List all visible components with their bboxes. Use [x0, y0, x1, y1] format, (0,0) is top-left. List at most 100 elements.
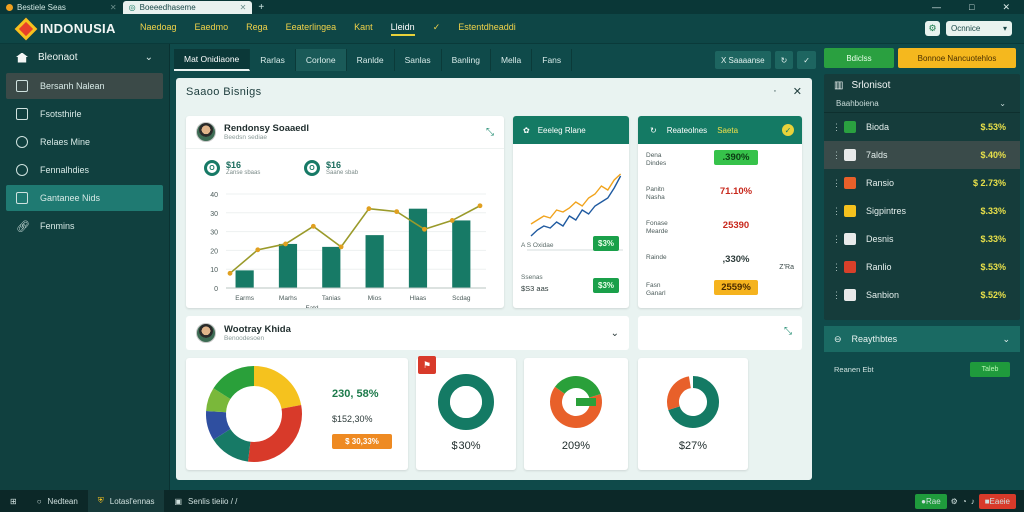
trend-card: ✿ Eeeleg Rlane A S Oxidae $3% Ssenas $S3… [513, 116, 629, 308]
right-list-item[interactable]: ⋮ 7alds $.40% [824, 141, 1020, 169]
close-window-icon[interactable]: ✕ [1002, 2, 1010, 13]
donut-chart [438, 374, 494, 430]
x-tick-label: Tanias [322, 295, 342, 302]
brand[interactable]: INDONUSIA [0, 17, 140, 40]
nav-item[interactable]: Kant [354, 22, 373, 36]
sub-tab[interactable]: Banling [442, 49, 491, 71]
right-list-item-label: Ranlio [866, 262, 892, 272]
bar [365, 235, 384, 288]
right-list-item-label: 7alds [866, 150, 888, 160]
donut-slice [206, 388, 231, 413]
right-list-item-value: $.53% [980, 262, 1006, 272]
sidebar-item[interactable]: Fsotsthirle [6, 101, 163, 127]
right-action-button[interactable]: Bdiclss [824, 48, 894, 68]
sound-icon[interactable]: ♪ [971, 497, 975, 506]
sidebar-item[interactable]: 🔗︎ Fenmins [6, 213, 163, 239]
minimize-icon[interactable]: — [932, 2, 941, 13]
donut-inner [450, 386, 482, 418]
trend-point [227, 270, 233, 276]
tray-item[interactable]: ■ Eaeie [978, 493, 1016, 509]
sidebar-header[interactable]: Bleonaot ⌄ [0, 44, 169, 71]
nav-item[interactable]: Eaedmo [195, 22, 229, 36]
donut-card: ⚑ $ 30% [416, 356, 516, 470]
right-list-item-label: Sigpintres [866, 206, 907, 216]
right-list-item[interactable]: ⋮ Ranlio $.53% [824, 253, 1020, 281]
taskbar-item[interactable]: ⛨ Lotasl'ennas [87, 490, 165, 512]
right-list-item[interactable]: ⋮ Sigpintres $.33% [824, 197, 1020, 225]
browser-tab-1[interactable]: Bestiele Seas ✕ [0, 1, 123, 14]
sub-tab[interactable]: Mella [491, 49, 533, 71]
right-list-item[interactable]: ⋮ Desnis $.33% [824, 225, 1020, 253]
tray-item[interactable]: ● Rae [915, 493, 947, 509]
bar-chart: 0 10 20 30 30 40 Earms Marhs Tanias Mios Hlaas Scda… [210, 192, 486, 308]
refresh-icon[interactable]: ↻ [774, 51, 794, 69]
trend-point [255, 247, 261, 253]
donut-card-main: 230, 58% $152,30% $ 30,33% [186, 358, 408, 470]
donut-slice [206, 410, 231, 440]
expand-icon[interactable]: ⤡ [784, 326, 792, 337]
nav-item-active[interactable]: Lleidn [390, 22, 415, 36]
item-icon [844, 205, 856, 217]
check-icon[interactable]: ✓ [782, 124, 794, 136]
sub-tab[interactable]: Ranlde [347, 49, 395, 71]
right-row-pill[interactable]: Taleb [970, 362, 1010, 377]
sub-tab-active[interactable]: Mat Onidiaone [174, 49, 251, 71]
drag-handle-icon[interactable]: ⋮ [832, 290, 841, 301]
language-select[interactable]: Ocnnice ▾ [946, 21, 1012, 36]
settings-button[interactable]: ⚙ [925, 21, 940, 36]
nav-item[interactable]: Naedoag [140, 22, 177, 36]
nav-item[interactable]: Eeaterlingea [286, 22, 337, 36]
sidebar-item-active[interactable]: Gantanee Nids [6, 185, 163, 211]
drag-handle-icon[interactable]: ⋮ [832, 122, 841, 133]
browser-tabbar: Bestiele Seas ✕ ◎ Boeeedhaseme ✕ + — □ ✕ [0, 0, 1024, 14]
chevron-down-icon[interactable]: ⌄ [611, 328, 619, 339]
x-axis-label: Fatd [305, 305, 318, 308]
new-tab-icon[interactable]: + [252, 2, 264, 13]
sidebar-item[interactable]: Fennalhdies [6, 157, 163, 183]
close-tab-icon[interactable]: ✕ [110, 3, 117, 12]
sub-tab[interactable]: Corlone [295, 49, 347, 71]
maximize-icon[interactable]: □ [969, 2, 974, 13]
sidebar-item[interactable]: Relaes Mine [6, 129, 163, 155]
right-list-item[interactable]: ⋮ Bioda $.53% [824, 113, 1020, 141]
bottom-section-title: Wootray Khida [224, 324, 291, 335]
close-icon[interactable]: ✕ [793, 85, 802, 98]
close-tab-icon[interactable]: ✕ [240, 3, 247, 12]
taskbar-item[interactable]: ▣ Senlis tieiio / / [164, 490, 247, 512]
page-icon: ◎ [128, 2, 136, 12]
drag-handle-icon[interactable]: ⋮ [832, 234, 841, 245]
right-collapsible-header[interactable]: ⊖ Reaythbtes ⌄ [824, 326, 1020, 352]
chevron-down-icon[interactable]: ⌄ [999, 99, 1006, 108]
sub-tab[interactable]: Sanlas [395, 49, 442, 71]
sub-action-button[interactable]: X Saaaanse [715, 51, 771, 69]
tag-icon [16, 136, 28, 148]
sub-tab[interactable]: Rarlas [250, 49, 296, 71]
browser-tab-label: Bestiele Seas [17, 2, 66, 12]
taskbar-item[interactable]: ○ Nedtean [27, 490, 88, 512]
bottom-section-header-2: ⤡ [638, 316, 802, 350]
drag-handle-icon[interactable]: ⋮ [832, 178, 841, 189]
drag-handle-icon[interactable]: ⋮ [832, 150, 841, 161]
main-content: Mat Onidiaone Rarlas Corlone Ranlde Sanl… [174, 44, 816, 490]
drag-handle-icon[interactable]: ⋮ [832, 262, 841, 273]
wifi-icon[interactable]: ◔ [962, 497, 967, 506]
browser-tab-2[interactable]: ◎ Boeeedhaseme ✕ [122, 0, 253, 14]
sidebar-item[interactable]: Bersanh Nalean [6, 73, 163, 99]
right-list-item[interactable]: ⋮ Sanbion $.52% [824, 281, 1020, 309]
right-list-panel: ▥ Srlonisot Baahboiena ⌄ ⋮ Bioda $.53% ⋮ 7al… [824, 74, 1020, 320]
right-primary-button[interactable]: Bonnoe Nancuotehlos [898, 48, 1016, 68]
start-icon[interactable]: ⊞ [0, 490, 27, 512]
sub-tab[interactable]: Fans [532, 49, 573, 71]
nav-item[interactable]: Rega [246, 22, 268, 36]
brand-logo-icon [14, 17, 38, 40]
revenue-card-badge: Saeta [717, 125, 739, 135]
more-icon[interactable]: · [773, 85, 777, 98]
gear-icon[interactable]: ⚙ [951, 497, 958, 506]
drag-handle-icon[interactable]: ⋮ [832, 206, 841, 217]
check-icon[interactable]: ✓ [797, 51, 816, 69]
nav-item[interactable]: Estentdheaddi [458, 22, 516, 36]
right-list-item[interactable]: ⋮ Ransio $ 2.73% [824, 169, 1020, 197]
chevron-down-icon: ⌄ [1002, 333, 1010, 344]
nav-check-icon[interactable]: ✓ [433, 22, 441, 36]
trend-point [477, 203, 483, 209]
